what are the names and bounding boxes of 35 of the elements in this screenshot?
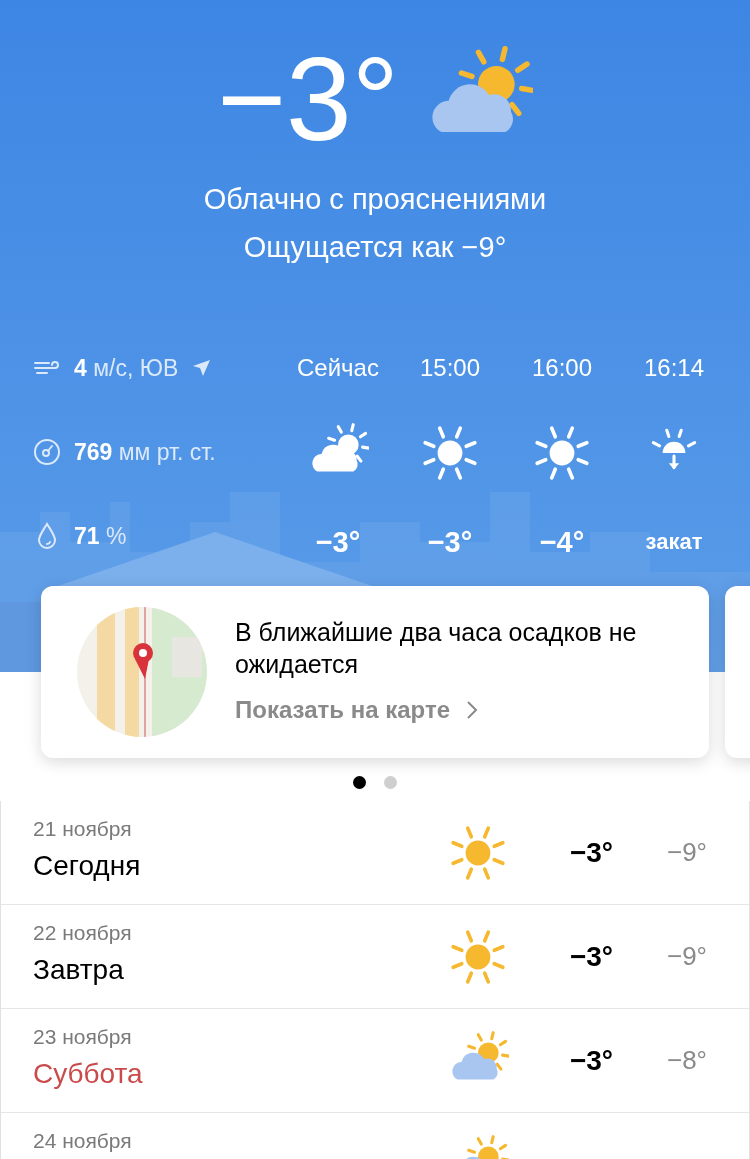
detail-value: 4 м/с, ЮВ	[74, 353, 179, 383]
hour-label: Сейчас	[297, 353, 379, 383]
hour-temperature: −3°	[315, 525, 361, 555]
day-row[interactable]: 24 ноября	[1, 1113, 749, 1159]
day-row[interactable]: 21 ноября Сегодня −3° −9°	[1, 801, 749, 905]
current-temperature: −3°	[217, 40, 399, 158]
day-name: Суббота	[33, 1056, 144, 1091]
hour-event: закат	[645, 528, 703, 556]
day-high-temperature: −3°	[569, 939, 613, 974]
day-date: 21 ноября	[33, 816, 133, 842]
nowcast-message: В ближайшие два часа осадков не ожидается	[235, 617, 638, 680]
day-name: Завтра	[33, 952, 125, 987]
nowcast-card[interactable]: В ближайшие два часа осадков не ожидается Показать на карте	[41, 586, 709, 758]
day-high-temperature: −3°	[569, 1043, 613, 1078]
day-row[interactable]: 22 ноября Завтра −3° −9°	[1, 905, 749, 1009]
detail-value: 769 мм рт. ст.	[74, 437, 216, 467]
condition-text: Облачно с прояснениями	[203, 182, 547, 217]
feels-like-text: Ощущается как −9°	[243, 229, 507, 265]
night-low-temperature: −8°	[666, 1044, 707, 1077]
chevron-right-icon	[466, 700, 478, 720]
hour-temperature: −3°	[427, 525, 473, 555]
day-date: 23 ноября	[33, 1024, 133, 1050]
night-low-temperature: −9°	[666, 940, 707, 973]
day-row[interactable]: 23 ноября Суббота −3° −8°	[1, 1009, 749, 1113]
night-low-temperature: −9°	[666, 836, 707, 869]
hour-label: 16:00	[531, 353, 593, 383]
hour-label: 16:14	[643, 353, 705, 383]
detail-value: 71 %	[74, 521, 127, 551]
day-name: Сегодня	[33, 848, 142, 883]
day-date: 24 ноября	[33, 1128, 133, 1154]
hour-temperature: −4°	[539, 525, 585, 555]
gauge-icon	[32, 437, 62, 467]
hour-label: 15:00	[419, 353, 481, 383]
day-date: 22 ноября	[33, 920, 133, 946]
day-high-temperature: −3°	[569, 835, 613, 870]
